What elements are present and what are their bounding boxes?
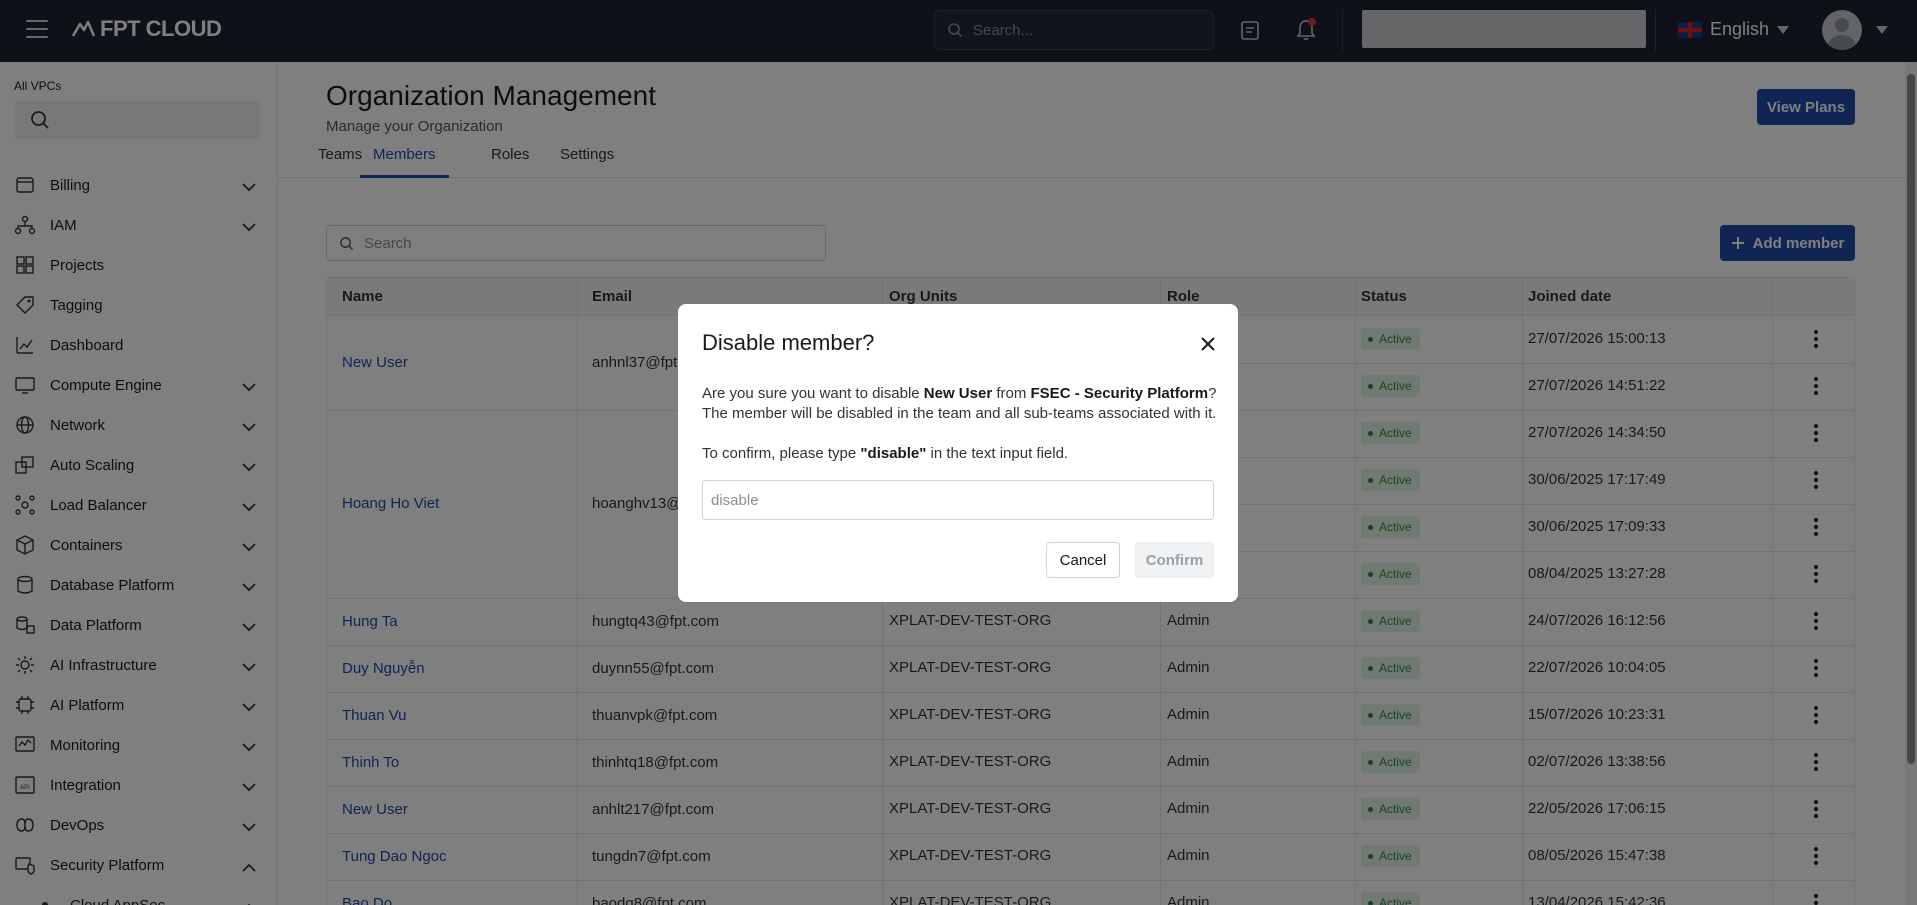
confirm-button[interactable]: Confirm (1135, 542, 1214, 578)
dialog-confirm-instruction: To confirm, please type "disable" in the… (702, 444, 1068, 464)
close-icon[interactable] (1196, 332, 1220, 356)
confirm-keyword: "disable" (860, 445, 927, 462)
cancel-button[interactable]: Cancel (1046, 542, 1120, 578)
dialog-text: ? (1208, 385, 1217, 402)
dialog-message: Are you sure you want to disable New Use… (702, 384, 1216, 424)
dialog-text: from (992, 385, 1031, 402)
confirm-text-input[interactable] (702, 480, 1214, 520)
dialog-user-name: New User (923, 385, 993, 402)
disable-member-dialog: Disable member? Are you sure you want to… (678, 304, 1238, 602)
dialog-text: The member will be disabled in the team … (702, 405, 1217, 422)
dialog-text: Are you sure you want to disable (702, 385, 924, 402)
dialog-team-name: FSEC - Security Platform (1030, 385, 1209, 402)
dialog-text: To confirm, please type (702, 445, 861, 462)
dialog-text: in the text input field. (926, 445, 1069, 462)
dialog-title: Disable member? (702, 330, 875, 355)
